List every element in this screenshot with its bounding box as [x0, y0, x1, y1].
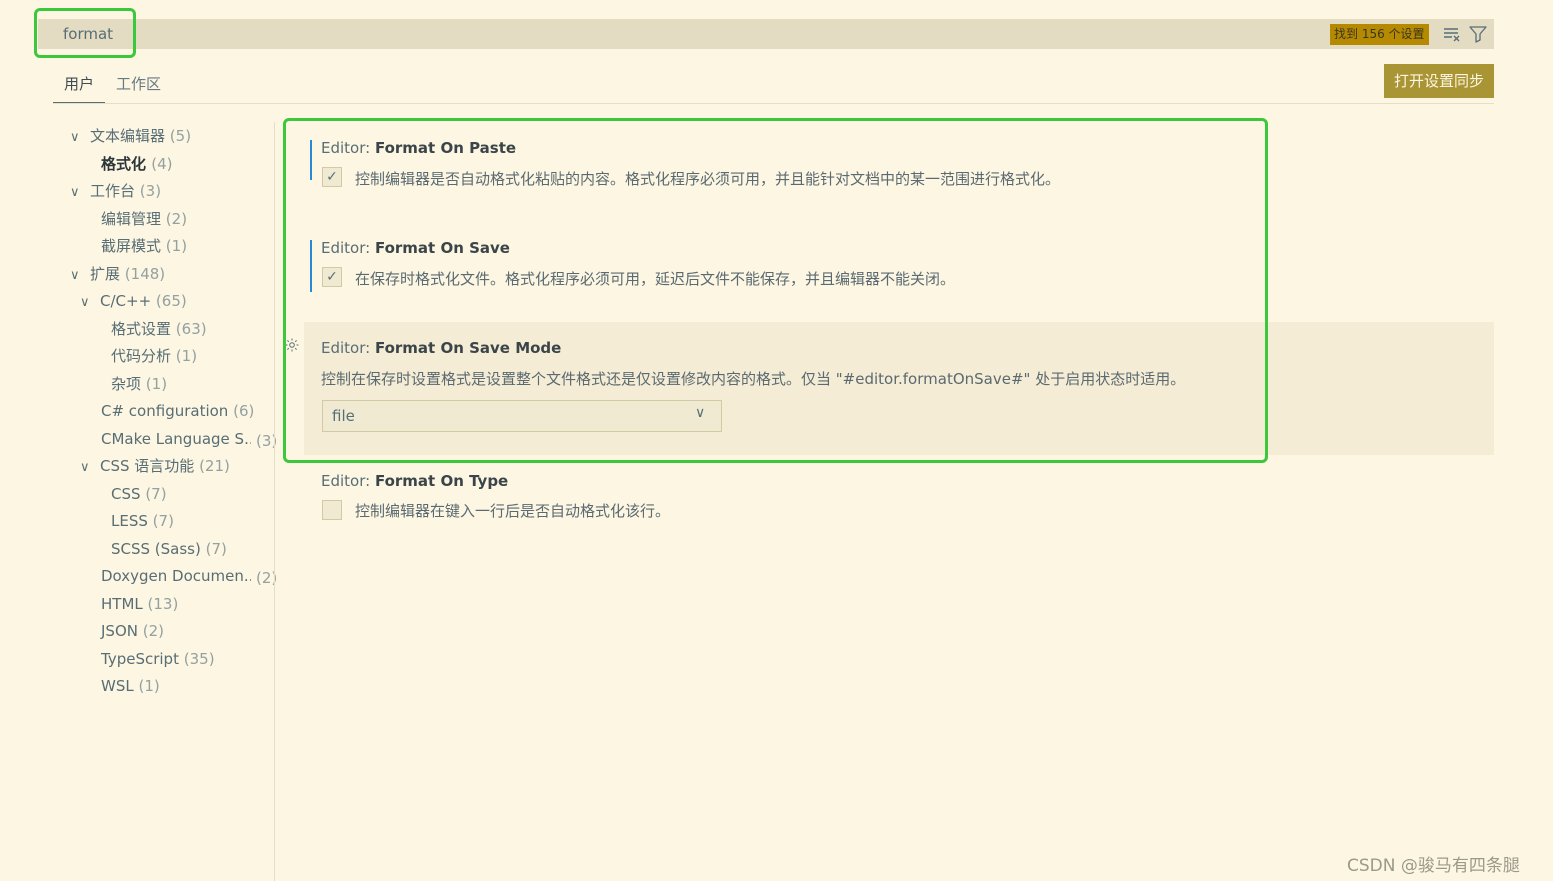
toc-item-json[interactable]: JSON (2)	[101, 621, 164, 641]
toc-item-cpp[interactable]: ∨ C/C++ (65)	[80, 291, 187, 311]
toc-item-format-settings[interactable]: 格式设置 (63)	[111, 319, 207, 339]
search-highlight-frame	[34, 8, 136, 58]
chevron-down-icon: ∨	[80, 295, 90, 310]
toc-item-doxygen[interactable]: Doxygen Documen...	[101, 566, 251, 586]
toc-item-misc[interactable]: 杂项 (1)	[111, 374, 167, 394]
toc-item-css[interactable]: CSS (7)	[111, 484, 167, 504]
toc-item-css-language[interactable]: ∨ CSS 语言功能 (21)	[80, 456, 230, 476]
toc-divider	[274, 122, 275, 881]
result-count-badge: 找到 156 个设置	[1330, 24, 1429, 45]
toc-item-less[interactable]: LESS (7)	[111, 511, 174, 531]
chevron-down-icon: ∨	[70, 268, 80, 283]
toc-item-formatting[interactable]: 格式化 (4)	[101, 154, 173, 174]
tab-workspace[interactable]: 工作区	[116, 74, 161, 102]
tab-user[interactable]: 用户	[53, 74, 105, 104]
open-settings-sync-button[interactable]: 打开设置同步	[1384, 64, 1494, 98]
toc-item-scss[interactable]: SCSS (Sass) (7)	[111, 539, 227, 559]
setting-title-format-on-type: Editor: Format On Type	[321, 472, 509, 490]
setting-desc-format-on-type: 控制编辑器在键入一行后是否自动格式化该行。	[355, 502, 671, 520]
toc-item-editor-management[interactable]: 编辑管理 (2)	[101, 209, 187, 229]
toc-item-html[interactable]: HTML (13)	[101, 594, 178, 614]
toc-item-text-editor[interactable]: ∨ 文本编辑器 (5)	[70, 126, 191, 146]
filter-icon[interactable]	[1468, 24, 1488, 44]
toc-item-extensions[interactable]: ∨ 扩展 (148)	[70, 264, 165, 284]
checkbox-format-on-type[interactable]	[322, 500, 342, 520]
clear-filter-icon[interactable]	[1442, 24, 1462, 44]
chevron-down-icon: ∨	[80, 460, 90, 475]
search-bar: 找到 156 个设置	[38, 19, 1494, 49]
toc-item-workbench[interactable]: ∨ 工作台 (3)	[70, 181, 161, 201]
toc-item-csharp[interactable]: C# configuration (6)	[101, 401, 254, 421]
toc-item-code-analysis[interactable]: 代码分析 (1)	[111, 346, 197, 366]
settings-highlight-frame	[283, 118, 1268, 463]
chevron-down-icon: ∨	[70, 130, 80, 145]
toc-item-cmake[interactable]: CMake Language S...	[101, 429, 251, 449]
search-input[interactable]	[38, 19, 1238, 49]
tabs-divider	[53, 103, 1494, 104]
toc-item-zen-mode[interactable]: 截屏模式 (1)	[101, 236, 187, 256]
toc-item-wsl[interactable]: WSL (1)	[101, 676, 160, 696]
watermark: CSDN @骏马有四条腿	[1347, 856, 1520, 876]
toc-item-typescript[interactable]: TypeScript (35)	[101, 649, 215, 669]
chevron-down-icon: ∨	[70, 185, 80, 200]
